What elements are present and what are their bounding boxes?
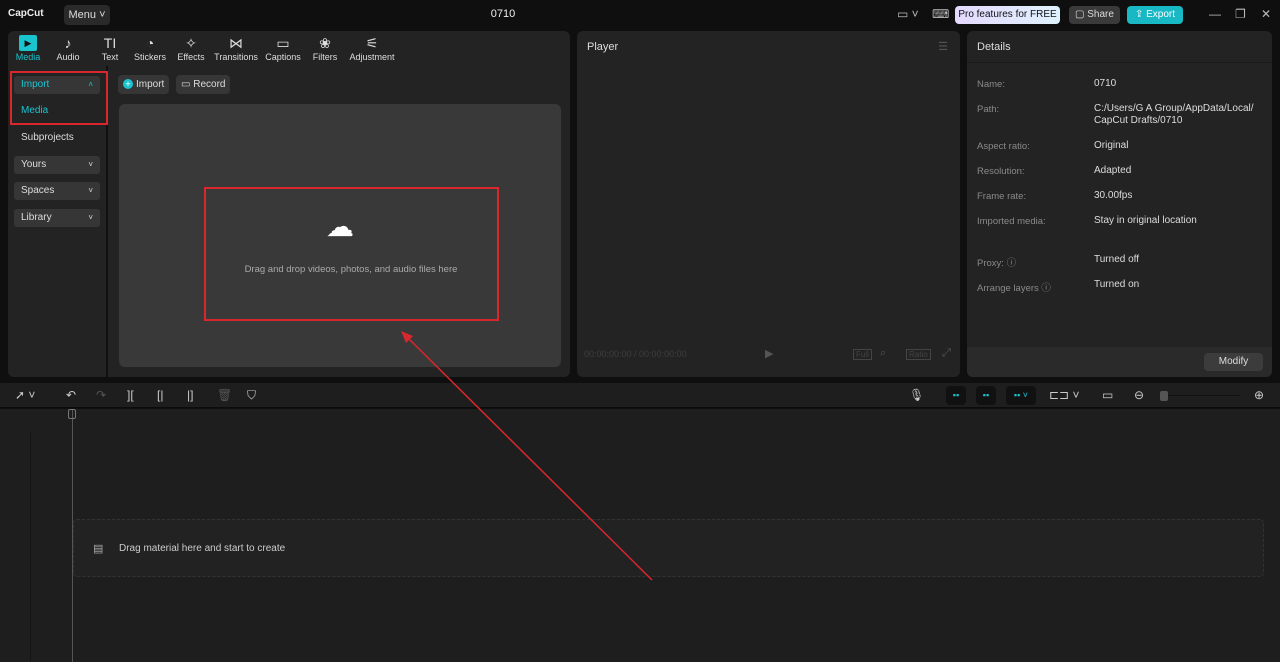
annotation-arrow xyxy=(0,0,1280,662)
